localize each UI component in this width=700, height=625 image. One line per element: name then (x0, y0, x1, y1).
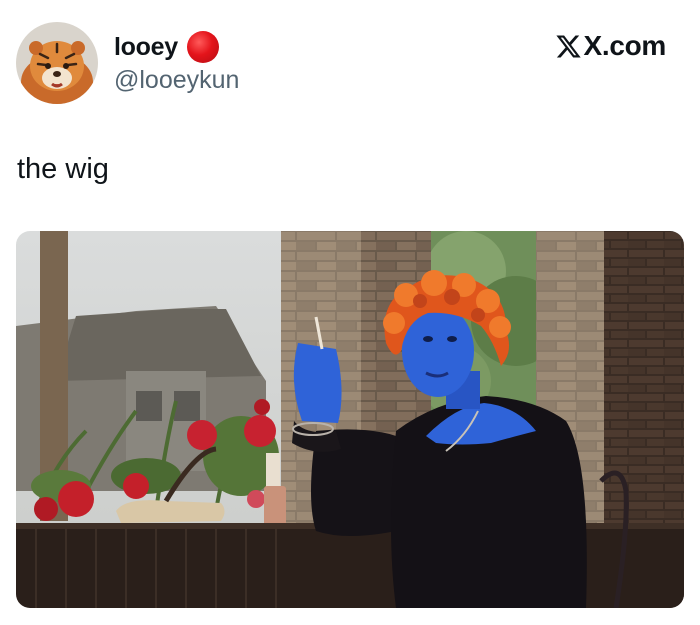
tweet-text: the wig (17, 153, 109, 185)
author-avatar[interactable] (16, 22, 98, 104)
red-circle-emoji-icon (186, 31, 219, 63)
brand-watermark: X.com (555, 28, 666, 64)
photo-illustration (16, 231, 684, 608)
author-display-name[interactable]: looey (114, 33, 178, 62)
tweet-card: looey @looeykun X.com the wig (0, 0, 700, 625)
tweet-photo[interactable] (16, 231, 684, 608)
author-handle[interactable]: @looeykun (114, 66, 239, 95)
tiger-avatar-icon (16, 22, 98, 104)
brand-label: X.com (583, 30, 666, 61)
author-name-row: looey (114, 30, 219, 64)
x-logo-icon (556, 35, 582, 57)
